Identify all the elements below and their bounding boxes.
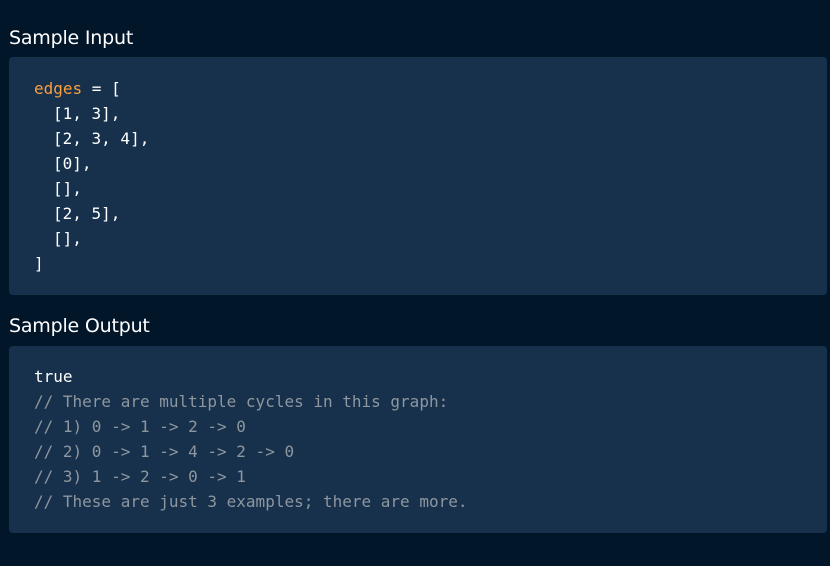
code-line: [0], xyxy=(34,151,827,176)
code-comment: // 2) 0 -> 1 -> 4 -> 2 -> 0 xyxy=(34,442,295,461)
edge-list-line: [2, 5], xyxy=(53,204,121,223)
code-line: [2, 3, 4], xyxy=(34,126,827,151)
code-line-closing-bracket: ] xyxy=(34,254,44,273)
code-line: [2, 5], xyxy=(34,201,827,226)
code-comment: // 3) 1 -> 2 -> 0 -> 1 xyxy=(34,467,246,486)
code-comment: // There are multiple cycles in this gra… xyxy=(34,392,449,411)
sample-input-code-block: edges = [ [1, 3], [2, 3, 4], [0], [], [2… xyxy=(9,57,827,295)
code-line: [1, 3], xyxy=(34,101,827,126)
code-line: [], xyxy=(34,226,827,251)
code-line: [], xyxy=(34,176,827,201)
edge-list-line: [0], xyxy=(53,154,92,173)
edge-list-line: [2, 3, 4], xyxy=(53,129,150,148)
code-line-edges-declaration: edges = [ xyxy=(34,76,827,101)
edge-list-line: [], xyxy=(53,229,82,248)
sample-output-code-block: true // There are multiple cycles in thi… xyxy=(9,346,827,533)
sample-output-heading: Sample Output xyxy=(9,315,150,337)
sample-input-heading: Sample Input xyxy=(9,27,134,49)
assignment-operator: = [ xyxy=(82,79,121,98)
edge-list-line: [1, 3], xyxy=(53,104,121,123)
code-comment: // 1) 0 -> 1 -> 2 -> 0 xyxy=(34,417,246,436)
output-result: true xyxy=(34,367,73,386)
edge-list-line: [], xyxy=(53,179,82,198)
code-comment: // These are just 3 examples; there are … xyxy=(34,492,468,511)
variable-name: edges xyxy=(34,79,83,98)
